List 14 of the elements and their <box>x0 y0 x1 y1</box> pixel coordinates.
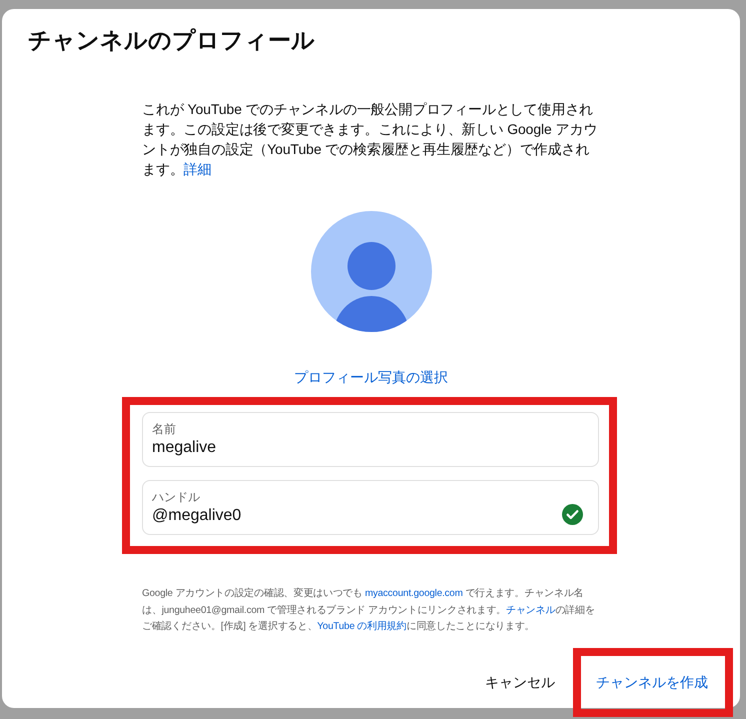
intro-text: これが YouTube でのチャンネルの一般公開プロフィールとして使用されます。この設定は後で変更できます。これにより、新しい Google アカウントが独自の設定（YouTube での検索履歴と再生履歴など）で作成されます。詳細 <box>142 100 598 179</box>
inline-link[interactable]: チャンネル <box>506 604 556 616</box>
inline-link[interactable]: myaccount.google.com <box>365 588 463 599</box>
inline-link[interactable]: YouTube の利用規約 <box>317 621 406 632</box>
dialog-title: チャンネルのプロフィール <box>28 26 315 55</box>
handle-field[interactable]: ハンドル @megalive0 <box>142 480 599 535</box>
create-button[interactable]: チャンネルを作成 <box>580 662 724 702</box>
check-icon <box>562 504 583 525</box>
name-field[interactable]: 名前 megalive <box>142 412 599 467</box>
choose-photo-link[interactable]: プロフィール写真の選択 <box>294 367 448 387</box>
consent-note: Google アカウントの設定の確認、変更はいつでも myaccount.google.com で行えます。チャンネル名は、junguhee01@gmail.com で管理されるブランド アカウントにリンクされます。チャンネルの詳細をご確認ください。[作成] を選択すると、YouTube の利用規約に同意したことになります。 <box>142 586 596 634</box>
inline-link[interactable]: 詳細 <box>184 161 212 177</box>
avatar-icon <box>310 211 432 332</box>
cancel-button[interactable]: キャンセル <box>469 662 571 702</box>
